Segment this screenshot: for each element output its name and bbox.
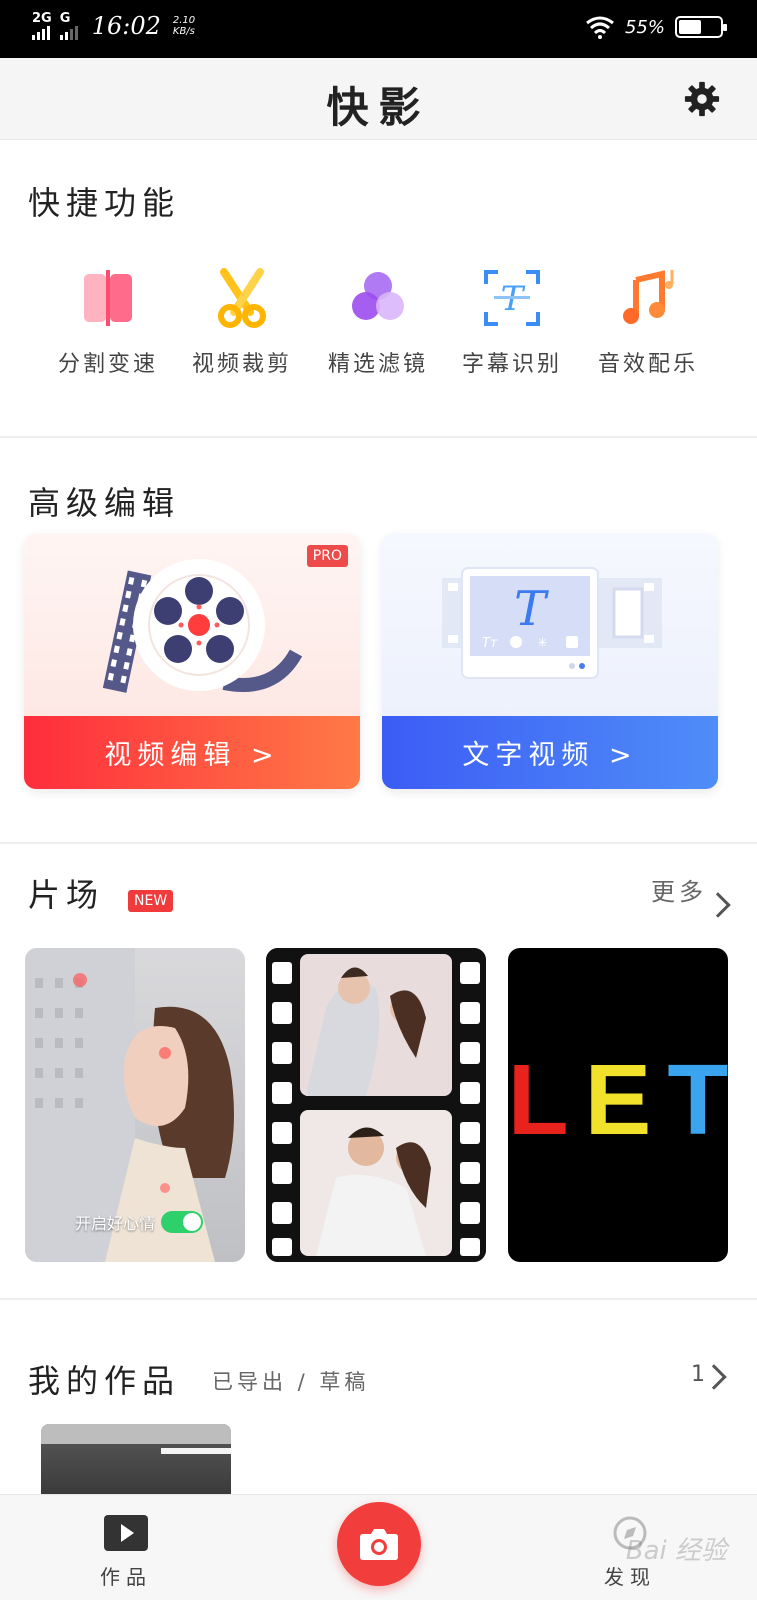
app-title: 快影 bbox=[326, 83, 431, 132]
thumb-good-mood[interactable]: 开启好心情 bbox=[25, 948, 245, 1262]
studio-title: 片场 bbox=[28, 876, 105, 914]
quick-item-label: 精选滤镜 bbox=[327, 352, 428, 377]
video-edit-art: PRO bbox=[24, 533, 360, 716]
quick-functions-title: 快捷功能 bbox=[28, 184, 181, 222]
good-mood-caption: 开启好心情 bbox=[75, 1214, 156, 1233]
signal-2g: 2G bbox=[32, 12, 52, 40]
more-label[interactable]: 更多 bbox=[651, 872, 707, 907]
app-header: 快影 bbox=[0, 58, 757, 140]
text-video-card[interactable]: T Tт ✳ 文字视频 > bbox=[382, 533, 718, 789]
tab-works[interactable]: 作品 bbox=[76, 1515, 176, 1590]
split-speed-icon bbox=[76, 266, 140, 330]
text-video-button[interactable]: 文字视频 > bbox=[382, 716, 718, 789]
camera-icon bbox=[360, 1529, 398, 1560]
signal-g: G bbox=[59, 11, 78, 40]
let-letter-l: L bbox=[508, 1044, 569, 1156]
thumb-film-strip-couple[interactable] bbox=[266, 948, 486, 1262]
divider bbox=[0, 436, 757, 438]
quick-item-video-crop[interactable]: 视频裁剪 bbox=[182, 266, 302, 378]
subtitle-recognize-icon: T bbox=[480, 266, 544, 330]
divider bbox=[0, 842, 757, 844]
video-edit-card[interactable]: PRO 视频编辑 > bbox=[24, 533, 360, 789]
battery-percent: 55% bbox=[624, 16, 665, 38]
film-reel-icon bbox=[102, 559, 303, 693]
video-edit-button[interactable]: 视频编辑 > bbox=[24, 716, 360, 789]
new-badge: NEW bbox=[128, 890, 174, 912]
network-speed: 2.10 KB/s bbox=[173, 15, 195, 37]
good-mood-toggle[interactable]: 开启好心情 bbox=[75, 1210, 204, 1234]
battery-icon bbox=[675, 16, 727, 38]
my-works-subtitle[interactable]: 已导出 / 草稿 bbox=[212, 1366, 369, 1396]
filter-circles-icon bbox=[346, 266, 410, 330]
speed-unit: KB/s bbox=[172, 26, 195, 37]
quick-item-label: 音效配乐 bbox=[597, 352, 698, 377]
quick-item-label: 视频裁剪 bbox=[191, 352, 292, 377]
camera-button[interactable] bbox=[337, 1502, 421, 1586]
network2-label: G bbox=[59, 11, 71, 26]
divider bbox=[0, 1298, 757, 1300]
gear-icon[interactable] bbox=[683, 80, 721, 118]
quick-item-label: 分割变速 bbox=[57, 352, 158, 377]
toggle-switch[interactable] bbox=[161, 1211, 204, 1233]
film-strip-image bbox=[266, 948, 486, 1262]
play-video-icon bbox=[104, 1515, 148, 1551]
status-time: 16:02 bbox=[91, 12, 161, 40]
svg-text:Tт: Tт bbox=[482, 636, 498, 651]
chevron-right-icon bbox=[705, 892, 731, 918]
let-letter-t: T bbox=[667, 1044, 728, 1156]
quick-item-split-speed[interactable]: 分割变速 bbox=[48, 266, 168, 378]
text-video-icon: T Tт ✳ bbox=[442, 567, 662, 679]
work-thumbnail[interactable] bbox=[41, 1424, 231, 1496]
chevron-right-icon bbox=[701, 1364, 727, 1390]
thumb-let[interactable]: L E T bbox=[508, 948, 728, 1262]
let-title: L E T bbox=[508, 1050, 728, 1150]
music-note-icon bbox=[616, 266, 680, 330]
scissors-icon bbox=[210, 266, 274, 330]
speed-value: 2.10 bbox=[172, 15, 196, 26]
text-video-letter: T bbox=[514, 581, 549, 637]
status-bar: 2G G 16:02 2.10 KB/s 55% bbox=[0, 0, 757, 58]
text-video-art: T Tт ✳ bbox=[382, 533, 718, 716]
svg-text:✳: ✳ bbox=[537, 636, 548, 651]
network1-label: 2G bbox=[32, 11, 52, 26]
quick-item-filters[interactable]: 精选滤镜 bbox=[318, 266, 438, 378]
let-letter-e: E bbox=[584, 1044, 652, 1156]
my-works-title: 我的作品 bbox=[28, 1362, 181, 1400]
wifi-icon bbox=[586, 16, 614, 39]
quick-item-sound-music[interactable]: 音效配乐 bbox=[588, 266, 708, 378]
tab-works-label: 作品 bbox=[100, 1565, 152, 1589]
watermark: Bai 经验 bbox=[625, 1536, 727, 1566]
advanced-edit-title: 高级编辑 bbox=[28, 484, 181, 522]
quick-item-subtitle-recognize[interactable]: T 字幕识别 bbox=[452, 266, 572, 378]
signal-bars-icon bbox=[59, 26, 78, 40]
quick-item-label: 字幕识别 bbox=[461, 352, 562, 377]
battery-fill bbox=[679, 20, 701, 34]
signal-bars-icon bbox=[32, 26, 50, 40]
